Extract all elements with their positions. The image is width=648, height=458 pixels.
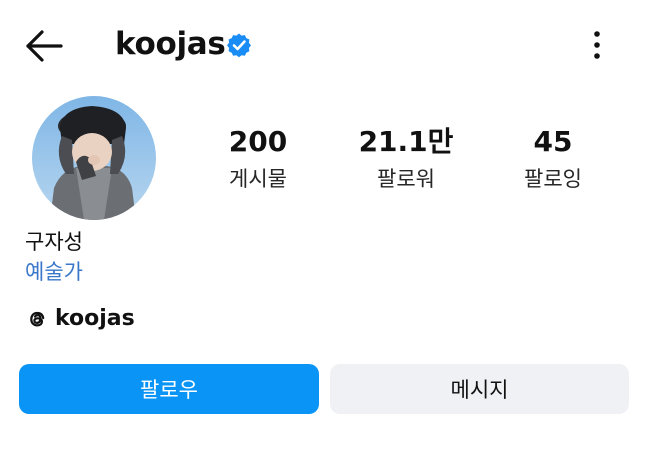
following-count-value: 45 [533,125,573,158]
following-count[interactable]: 45 팔로잉 [488,124,618,194]
followers-count[interactable]: 21.1만 팔로워 [341,124,471,194]
message-button-label: 메시지 [450,378,509,402]
more-options-button[interactable] [582,28,612,62]
profile-full-name: 구자성 [25,230,83,254]
more-vertical-icon [594,31,600,59]
follow-button[interactable]: 팔로우 [19,364,319,414]
back-button[interactable] [22,26,66,66]
follow-button-label: 팔로우 [140,378,198,402]
following-count-label: 팔로잉 [524,167,582,191]
threads-handle: koojas [55,306,135,331]
page-title: koojas [115,26,226,62]
profile-header: koojas [0,0,648,90]
posts-count[interactable]: 200 게시물 [193,124,323,194]
threads-icon [30,311,45,327]
arrow-left-icon [26,30,63,62]
message-button[interactable]: 메시지 [330,364,629,414]
posts-count-label: 게시물 [229,167,287,191]
followers-count-label: 팔로워 [377,167,435,191]
profile-category: 예술가 [25,260,83,284]
threads-profile-link[interactable]: koojas [25,303,135,335]
followers-count-value: 21.1만 [358,125,454,158]
verified-badge-icon [226,32,252,58]
posts-count-value: 200 [228,125,288,158]
profile-avatar[interactable] [32,96,156,220]
